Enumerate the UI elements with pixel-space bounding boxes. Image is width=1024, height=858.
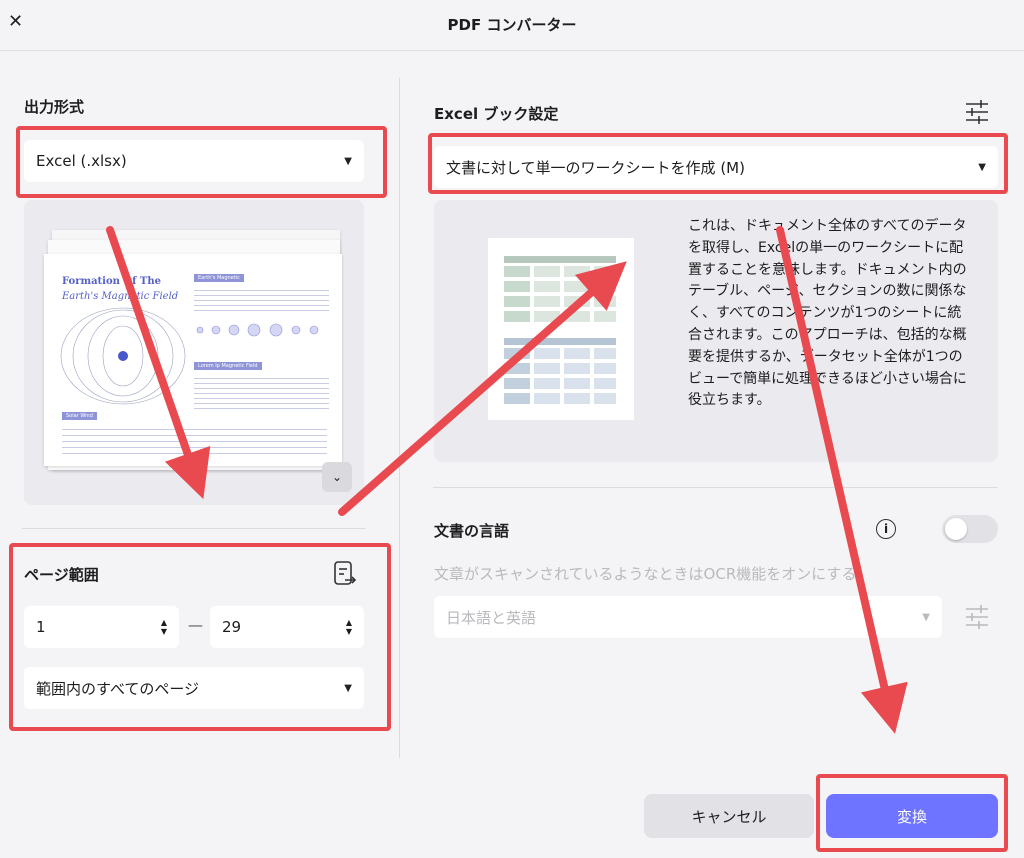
annotation-arrows xyxy=(106,226,908,734)
arrow-to-description xyxy=(338,261,627,516)
arrow-to-page-range xyxy=(106,226,211,500)
arrow-to-convert xyxy=(776,226,908,734)
